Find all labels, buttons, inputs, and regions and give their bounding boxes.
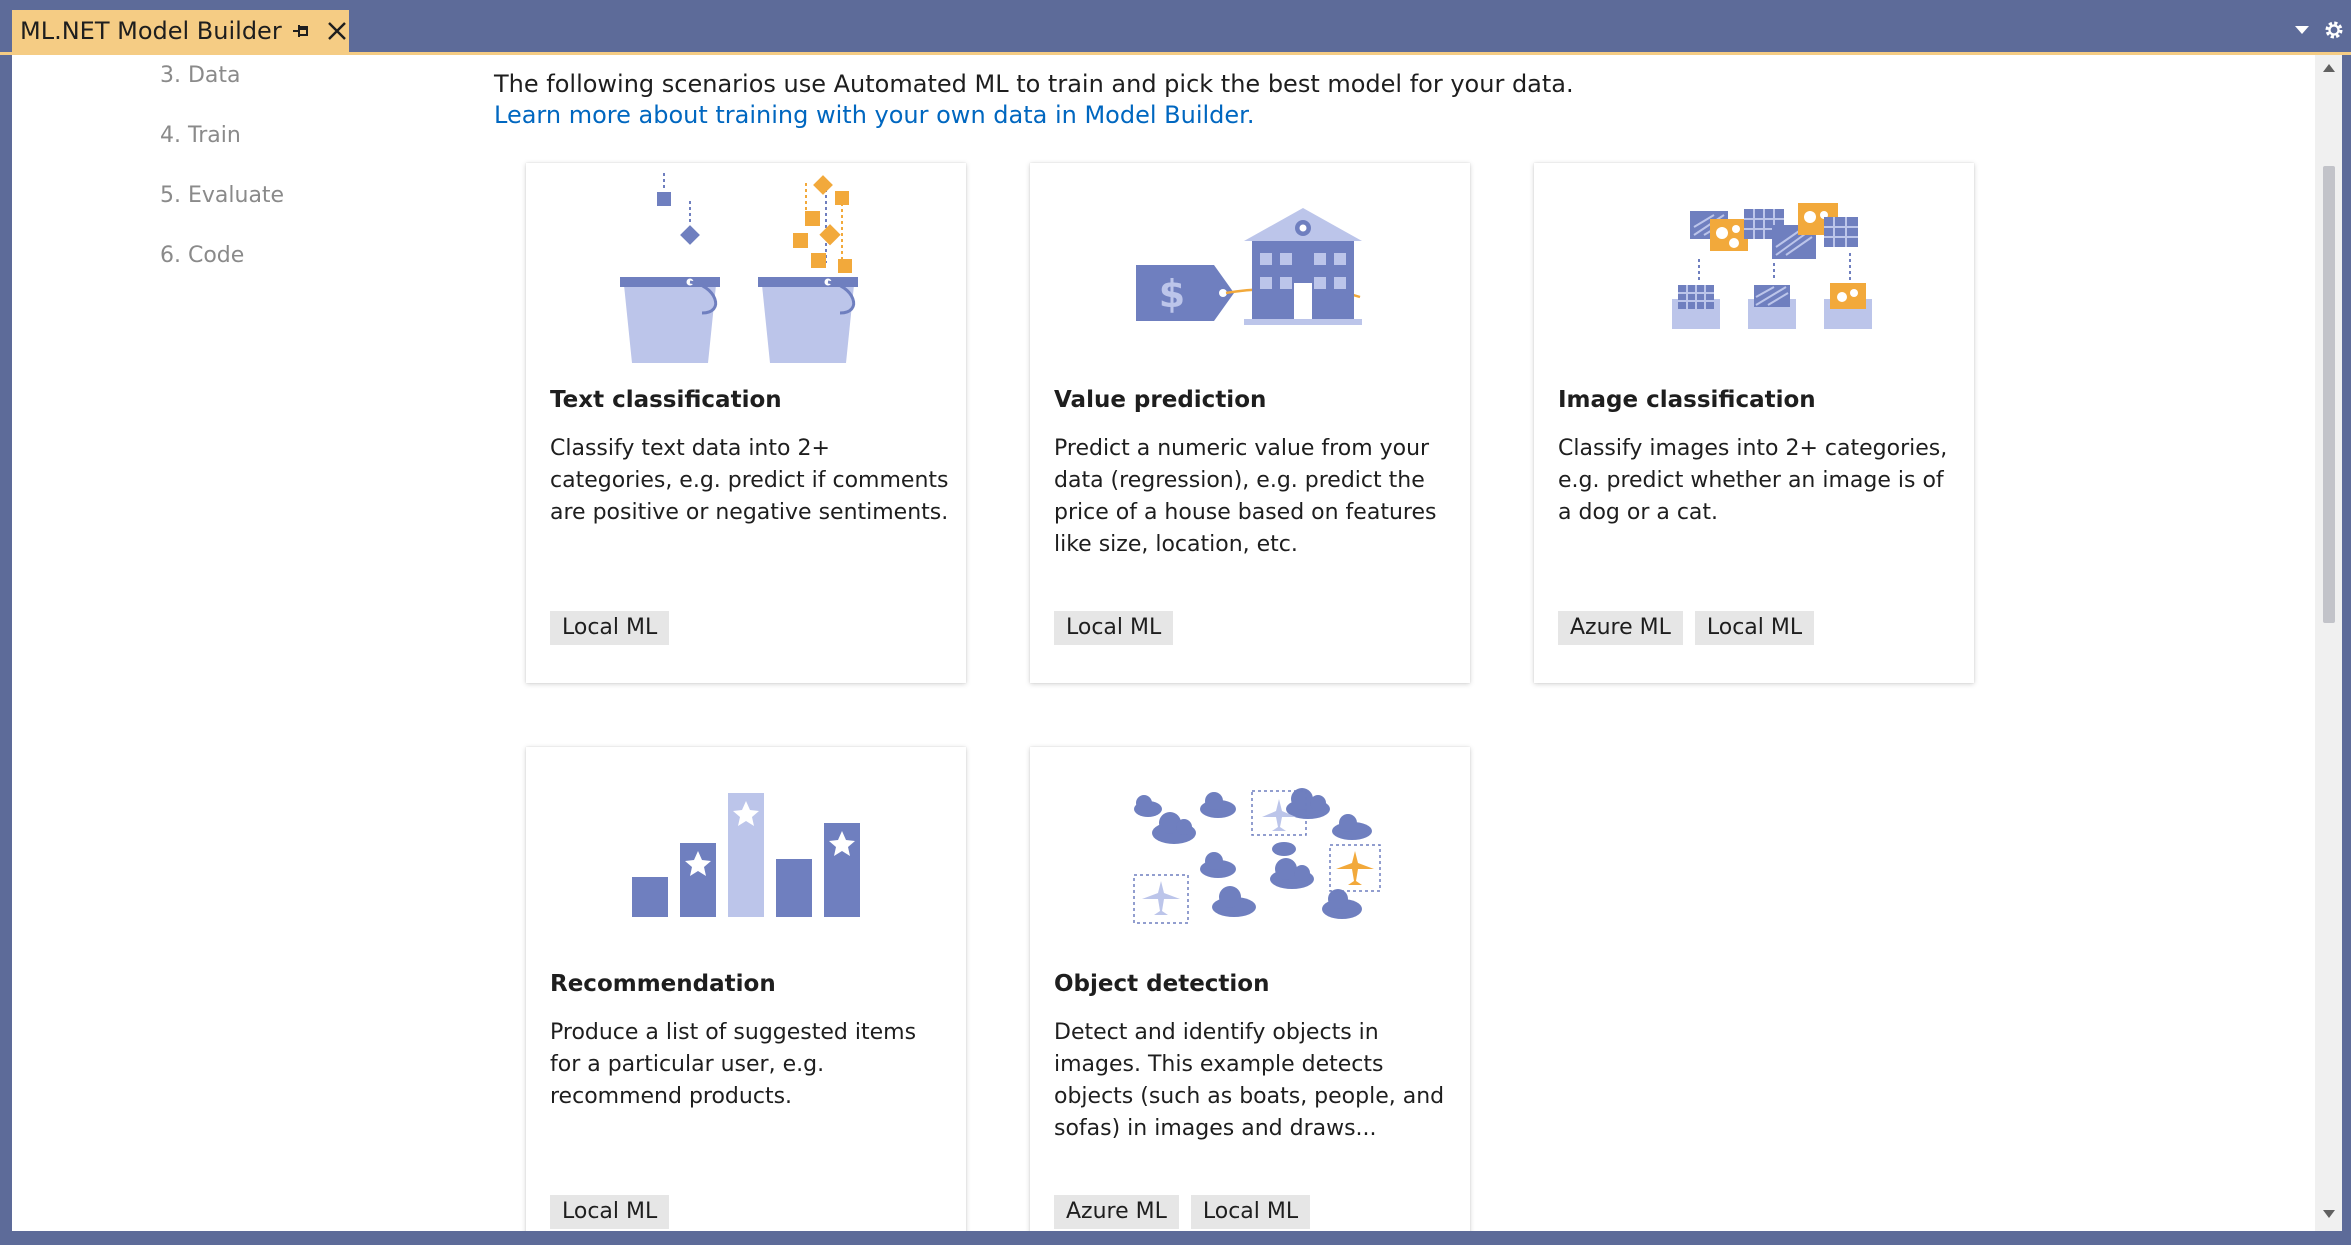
card-description: Classify text data into 2+ categories, e…	[550, 436, 949, 525]
scroll-up-arrow-icon[interactable]	[2322, 63, 2336, 73]
card-title: Object detection	[1054, 971, 1270, 997]
step-code[interactable]: 6. Code	[160, 243, 244, 268]
learn-more-link[interactable]: Learn more about training with your own …	[494, 101, 1254, 129]
scenario-card-recommendation[interactable]: Recommendation Produce a list of suggest…	[526, 747, 966, 1231]
window-bottom-border	[0, 1231, 2351, 1245]
badge-azure-ml: Azure ML	[1558, 611, 1683, 645]
badge-local-ml: Local ML	[1694, 611, 1815, 645]
scenario-card-value-prediction[interactable]: $ Value prediction Predict a numeric val…	[1030, 163, 1470, 683]
intro-text: The following scenarios use Automated ML…	[494, 70, 1574, 98]
scroll-down-arrow-icon[interactable]	[2322, 1209, 2336, 1219]
house-price-tag-illustration: $	[1136, 208, 1362, 325]
scenario-card-text-classification[interactable]: Text classification Classify text data i…	[526, 163, 966, 683]
badge-local-ml: Local ML	[550, 611, 670, 645]
svg-text:$: $	[1159, 272, 1185, 316]
buckets-illustration	[620, 173, 858, 363]
title-bar: ML.NET Model Builder	[0, 0, 2351, 52]
card-description: Predict a numeric value from your data (…	[1054, 436, 1437, 557]
close-icon[interactable]	[324, 18, 350, 44]
tab-title: ML.NET Model Builder	[20, 17, 282, 45]
badge-local-ml: Local ML	[1054, 611, 1174, 645]
card-title: Text classification	[550, 387, 782, 413]
card-title: Value prediction	[1054, 387, 1267, 413]
scenario-card-object-detection[interactable]: Object detection Detect and identify obj…	[1030, 747, 1470, 1231]
card-title: Recommendation	[550, 971, 776, 997]
badge-azure-ml: Azure ML	[1054, 1195, 1179, 1229]
gear-icon[interactable]	[2322, 18, 2346, 42]
document-tab[interactable]: ML.NET Model Builder	[12, 10, 349, 52]
clouds-airplanes-illustration	[1133, 788, 1381, 924]
step-train[interactable]: 4. Train	[160, 123, 241, 148]
card-description: Detect and identify objects in images. T…	[1054, 1020, 1445, 1141]
card-description: Produce a list of suggested items for a …	[550, 1020, 917, 1109]
scrollbar-thumb[interactable]	[2323, 166, 2335, 623]
step-evaluate[interactable]: 5. Evaluate	[160, 183, 284, 208]
bar-chart-stars-illustration	[632, 793, 860, 917]
badge-local-ml: Local ML	[1190, 1195, 1311, 1229]
pin-icon[interactable]	[289, 19, 313, 43]
vertical-scrollbar[interactable]	[2315, 55, 2342, 1231]
image-grid-illustration	[1672, 203, 1872, 329]
card-description: Classify images into 2+ categories, e.g.…	[1558, 436, 1948, 525]
scenario-card-image-classification[interactable]: Image classification Classify images int…	[1534, 163, 1974, 683]
card-title: Image classification	[1558, 387, 1816, 413]
chevron-down-icon[interactable]	[2293, 24, 2311, 36]
badge-local-ml: Local ML	[550, 1195, 670, 1229]
model-builder-content: 3. Data 4. Train 5. Evaluate 6. Code The…	[12, 55, 2326, 1231]
step-data[interactable]: 3. Data	[160, 63, 241, 88]
